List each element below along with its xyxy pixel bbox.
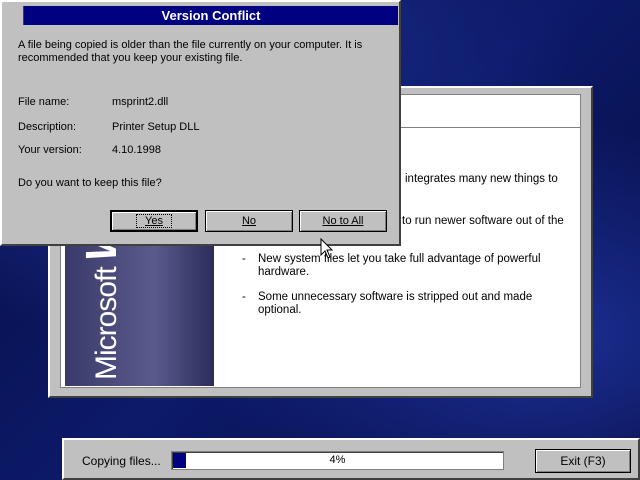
bullet-line: Some unnecessary software is stripped ou… (258, 291, 533, 303)
dialog-message-line-1: A file being copied is older than the fi… (18, 39, 363, 51)
banner-microsoft-text: Microsoft (90, 267, 123, 380)
system-menu-box[interactable] (4, 6, 24, 25)
partial-text-line-2: to run newer software out of the (402, 215, 564, 227)
progress-bar: 4% (171, 451, 504, 470)
dialog-title-bar: Version Conflict (24, 6, 398, 25)
bullet-line: New system files let you take full advan… (258, 253, 541, 265)
description-value: Printer Setup DLL (112, 121, 200, 133)
keep-file-question: Do you want to keep this file? (18, 177, 162, 189)
windows-logo-text: MicrosoftWind (77, 235, 127, 380)
mouse-cursor-icon (320, 238, 334, 259)
version-value: 4.10.1998 (112, 144, 161, 156)
bullet-dot: - (242, 291, 246, 303)
partial-text-line-1: integrates many new things to (405, 173, 558, 185)
version-label: Your version: (18, 144, 82, 156)
bullet-item: - Some unnecessary software is stripped … (242, 291, 558, 317)
file-name-value: msprint2.dll (112, 96, 169, 108)
exit-button[interactable]: Exit (F3) (535, 449, 631, 473)
progress-percent-text: 4% (329, 454, 346, 466)
windows-banner-image: MicrosoftWind (65, 235, 214, 386)
yes-button-label: Yes (136, 214, 172, 228)
version-conflict-dialog: Version Conflict A file being copied is … (0, 0, 401, 246)
yes-button[interactable]: Yes (110, 210, 198, 232)
dialog-message-line-2: recommended that you keep your existing … (18, 52, 243, 64)
no-button[interactable]: No (205, 210, 293, 232)
bullet-dot: - (242, 253, 246, 265)
bullet-line: hardware. (258, 266, 310, 278)
progress-panel: Copying files... 4% Exit (F3) (62, 438, 640, 480)
bullet-item: - New system files let you take full adv… (242, 253, 558, 279)
description-label: Description: (18, 121, 77, 133)
no-to-all-button[interactable]: No to All (299, 210, 387, 232)
file-name-label: File name: (18, 96, 70, 108)
copying-files-label: Copying files... (82, 454, 161, 468)
bullet-line: optional. (258, 304, 302, 316)
